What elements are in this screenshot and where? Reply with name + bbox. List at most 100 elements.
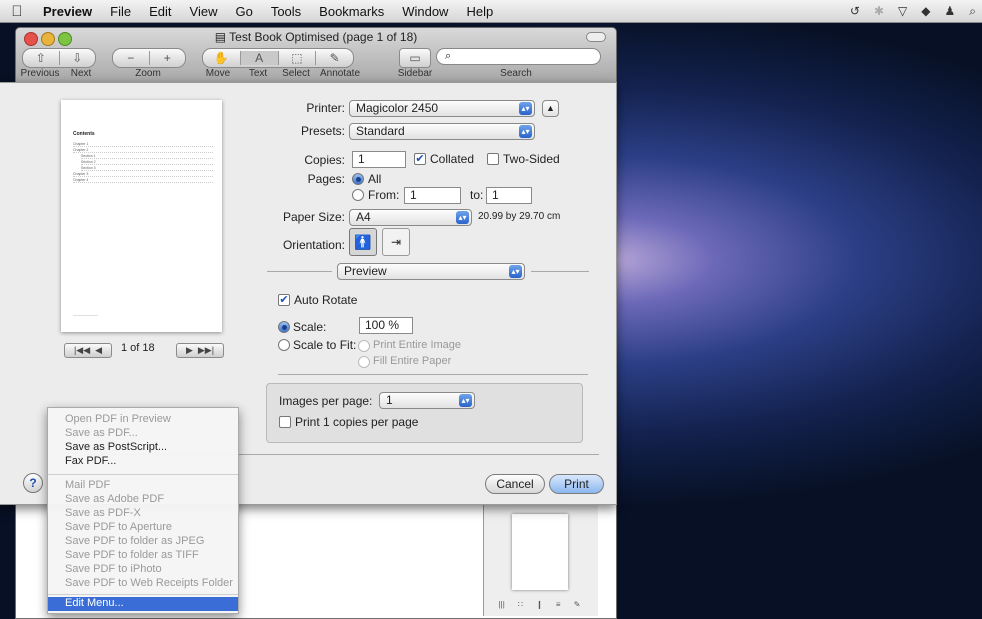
pages-from-radio[interactable]	[352, 189, 364, 201]
sidebar-button[interactable]: ▭	[399, 48, 431, 68]
menu-item-aperture[interactable]: Save PDF to Aperture	[48, 521, 238, 535]
menu-item-save-postscript[interactable]: Save as PostScript...	[48, 441, 238, 455]
label-sidebar: Sidebar	[397, 68, 433, 79]
menu-item-open-pdf[interactable]: Open PDF in Preview	[48, 413, 238, 427]
last-page-icon[interactable]: ▶▶|	[198, 345, 214, 356]
first-page-icon[interactable]: |◀◀	[74, 345, 90, 356]
fill-entire-paper-radio[interactable]	[358, 356, 370, 368]
toc-line: Chapter 3	[73, 172, 213, 177]
pages-all-radio[interactable]	[352, 173, 364, 185]
print-entire-image-label: Print Entire Image	[373, 339, 462, 351]
auto-rotate-checkbox[interactable]: ✔	[278, 294, 290, 306]
menu-item-save-adobe[interactable]: Save as Adobe PDF	[48, 493, 238, 507]
collated-checkbox[interactable]: ✔	[414, 153, 426, 165]
print-copies-checkbox[interactable]	[279, 416, 291, 428]
menu-item-web-receipts[interactable]: Save PDF to Web Receipts Folder	[48, 577, 238, 591]
two-sided-checkbox[interactable]	[487, 153, 499, 165]
menu-item-edit-menu[interactable]: Edit Menu...	[48, 597, 238, 611]
preview-heading: Contents	[73, 131, 95, 137]
divider	[278, 374, 588, 375]
menu-separator	[48, 594, 238, 595]
annotate-icon[interactable]: ✎	[316, 51, 353, 65]
grid-view-icon[interactable]: ∷	[518, 600, 523, 612]
print-button[interactable]: Print	[549, 474, 604, 494]
apple-icon[interactable]: 	[0, 3, 34, 20]
pencil-icon[interactable]: ✎	[574, 600, 581, 612]
page-thumbnail[interactable]	[512, 514, 568, 590]
toolbar: ▤ Test Book Optimised (page 1 of 18) ⇧ ⇩…	[16, 28, 616, 84]
zoom-out-icon[interactable]: −	[113, 51, 150, 65]
tool-segment[interactable]: ✋ A ⬚ ✎	[202, 48, 354, 68]
print-entire-image-radio[interactable]	[358, 340, 370, 352]
copies-field[interactable]: 1	[352, 151, 406, 168]
select-tool-icon[interactable]: ⬚	[279, 51, 317, 65]
zoom-in-icon[interactable]: +	[150, 51, 186, 65]
prev-next-button[interactable]: ⇧ ⇩	[22, 48, 96, 68]
menu-edit[interactable]: Edit	[140, 4, 180, 19]
menu-item-save-pdfx[interactable]: Save as PDF-X	[48, 507, 238, 521]
move-hand-icon[interactable]: ✋	[203, 51, 241, 65]
images-per-page-label: Images per page:	[279, 394, 373, 408]
menu-tools[interactable]: Tools	[262, 4, 310, 19]
wifi-icon[interactable]: ▽	[898, 4, 907, 18]
menu-item-tiff[interactable]: Save PDF to folder as TIFF	[48, 549, 238, 563]
menu-help[interactable]: Help	[457, 4, 502, 19]
menu-app-name[interactable]: Preview	[34, 4, 101, 19]
paper-size-popup[interactable]: A4 ▴▾	[349, 209, 472, 226]
scale-to-fit-radio[interactable]	[278, 339, 290, 351]
menu-item-jpeg[interactable]: Save PDF to folder as JPEG	[48, 535, 238, 549]
spotlight-icon[interactable]: ⌕	[969, 4, 976, 19]
menu-item-fax-pdf[interactable]: Fax PDF...	[48, 455, 238, 469]
document-icon: ▤	[214, 30, 227, 44]
previous-icon[interactable]: ⇧	[23, 51, 60, 65]
disclosure-button[interactable]: ▲	[542, 100, 559, 117]
label-move: Move	[205, 68, 231, 79]
user-icon[interactable]: ♟	[945, 4, 956, 18]
next-icon[interactable]: ⇩	[60, 51, 96, 65]
scale-radio[interactable]	[278, 321, 290, 333]
text-tool-icon[interactable]: A	[240, 51, 279, 65]
cancel-button[interactable]: Cancel	[485, 474, 545, 494]
page-view-icon[interactable]: ❙	[536, 600, 543, 612]
presets-popup[interactable]: Standard ▴▾	[349, 123, 535, 140]
previous-page-icon[interactable]: ◀	[95, 345, 102, 356]
menu-bookmarks[interactable]: Bookmarks	[310, 4, 393, 19]
pages-all-label: All	[368, 172, 382, 186]
landscape-button[interactable]: ⇥	[382, 228, 410, 256]
bluetooth-icon[interactable]: ✱	[874, 4, 884, 18]
list-view-icon[interactable]: ≡	[556, 600, 561, 612]
images-per-page-popup[interactable]: 1 ▴▾	[379, 392, 475, 409]
printer-popup[interactable]: Magicolor 2450 ▴▾	[349, 100, 535, 117]
preview-next-buttons[interactable]: ▶ ▶▶|	[176, 343, 224, 358]
menu-item-iphoto[interactable]: Save PDF to iPhoto	[48, 563, 238, 577]
volume-icon[interactable]: ◆	[921, 4, 930, 18]
from-field[interactable]: 1	[404, 187, 461, 204]
label-next: Next	[70, 68, 92, 79]
section-popup[interactable]: Preview ▴▾	[337, 263, 525, 280]
scale-field[interactable]: 100 %	[359, 317, 413, 334]
menu-item-save-pdf[interactable]: Save as PDF...	[48, 427, 238, 441]
portrait-button[interactable]: 🚹	[349, 228, 377, 256]
preview-prev-buttons[interactable]: |◀◀ ◀	[64, 343, 112, 358]
menu-file[interactable]: File	[101, 4, 140, 19]
orientation-label: Orientation:	[282, 238, 345, 252]
help-button[interactable]: ?	[23, 473, 43, 493]
next-page-icon[interactable]: ▶	[186, 345, 193, 356]
layout-group: Images per page: 1 ▴▾ Print 1 copies per …	[266, 383, 583, 443]
view-mode-icons[interactable]: ||| ∷ ❙ ≡ ✎	[492, 600, 587, 612]
menu-window[interactable]: Window	[393, 4, 457, 19]
to-field[interactable]: 1	[486, 187, 532, 204]
column-view-icon[interactable]: |||	[499, 600, 505, 612]
menu-view[interactable]: View	[181, 4, 227, 19]
zoom-button[interactable]: − +	[112, 48, 186, 68]
menu-go[interactable]: Go	[226, 4, 261, 19]
time-machine-icon[interactable]: ↺	[850, 4, 860, 18]
presets-label: Presets:	[300, 124, 345, 138]
menu-item-mail-pdf[interactable]: Mail PDF	[48, 479, 238, 493]
thumbnail-pane: ||| ∷ ❙ ≡ ✎	[483, 504, 598, 616]
toolbar-toggle-button[interactable]	[586, 32, 606, 42]
paper-dimensions: 20.99 by 29.70 cm	[478, 211, 561, 222]
section-value: Preview	[344, 264, 387, 278]
search-input[interactable]: ⌕	[436, 48, 601, 65]
label-select: Select	[282, 68, 310, 79]
